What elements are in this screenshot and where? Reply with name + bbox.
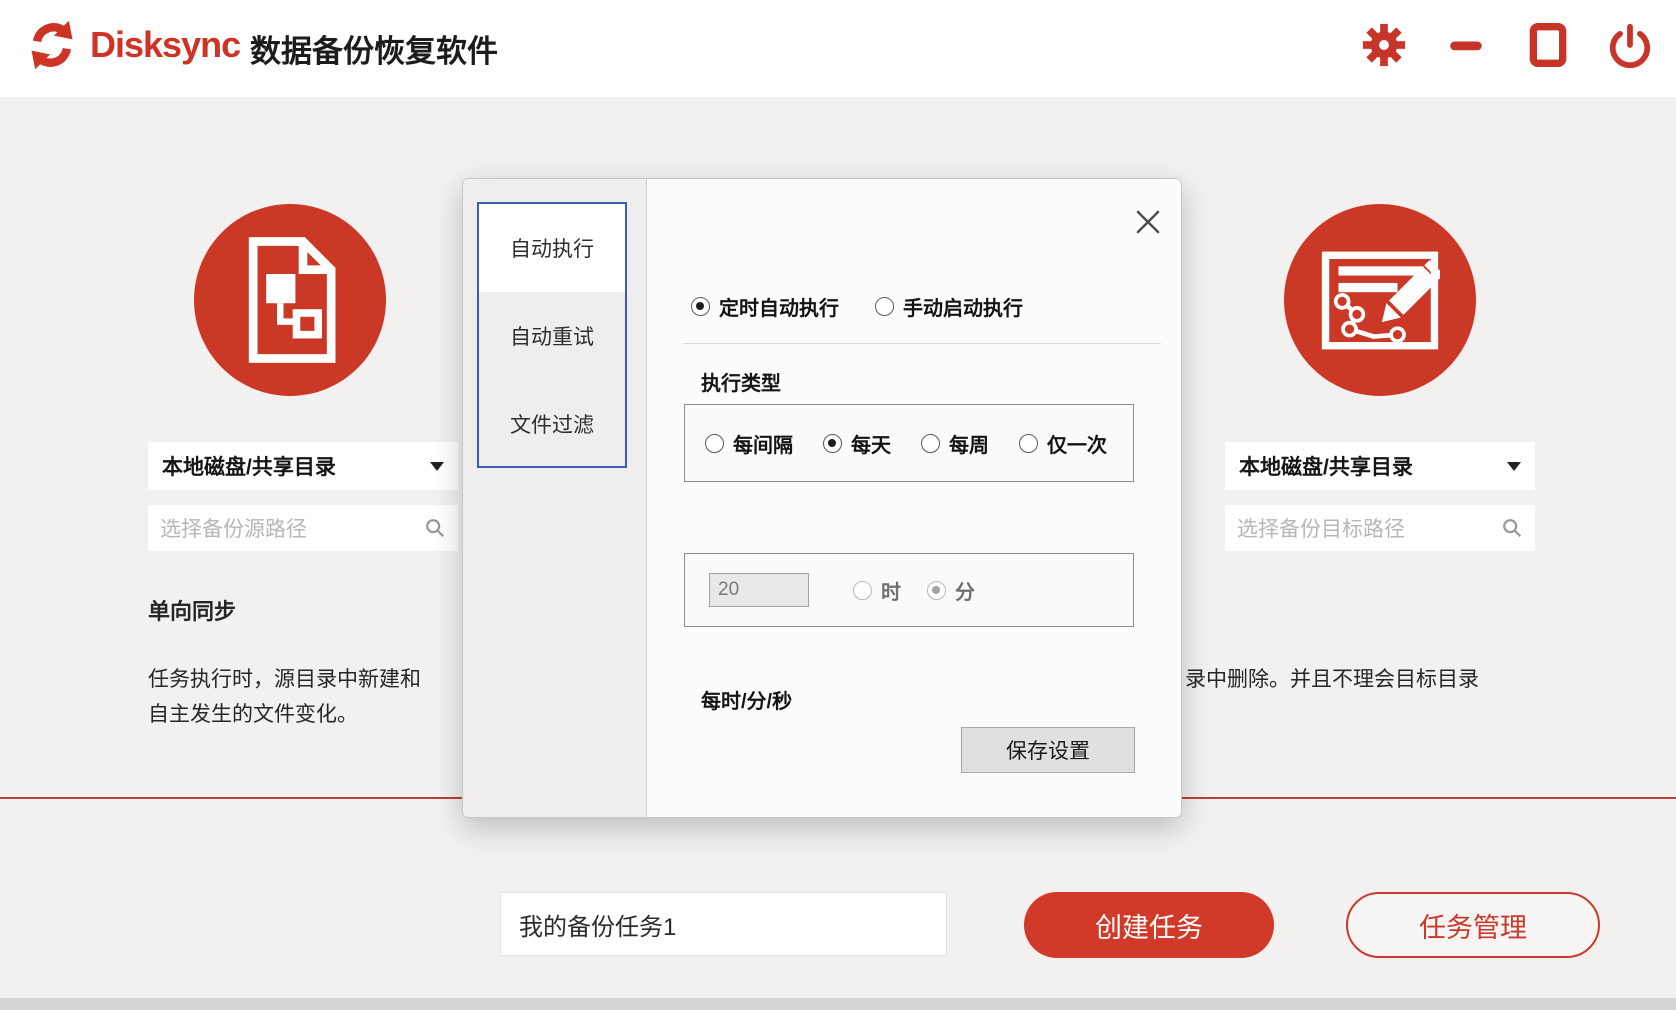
target-path-placeholder: 选择备份目标路径 — [1237, 513, 1405, 543]
radio-label: 时 — [881, 576, 901, 605]
target-path-input[interactable]: 选择备份目标路径 — [1225, 505, 1535, 551]
radio-unit-minute[interactable]: 分 — [927, 576, 975, 605]
chevron-down-icon — [1507, 462, 1521, 471]
search-icon[interactable] — [424, 517, 446, 539]
radio-dot — [705, 434, 724, 453]
app-title: 数据备份恢复软件 — [250, 26, 498, 71]
dialog-tab-list: 自动执行 自动重试 文件过滤 — [477, 202, 627, 468]
create-task-button[interactable]: 创建任务 — [1024, 892, 1274, 958]
sync-mode-title: 单向同步 — [148, 594, 236, 626]
radio-label: 每周 — [949, 429, 989, 458]
radio-dot — [823, 434, 842, 453]
radio-label: 定时自动执行 — [719, 292, 839, 321]
brand-name: Disksync — [90, 24, 240, 66]
search-icon[interactable] — [1501, 517, 1523, 539]
radio-dot — [691, 297, 710, 316]
chevron-down-icon — [430, 462, 444, 471]
radio-label: 仅一次 — [1047, 429, 1107, 458]
radio-dot — [853, 581, 872, 600]
tab-auto-execute[interactable]: 自动执行 — [479, 204, 625, 292]
file-tree-icon — [235, 235, 345, 365]
close-icon[interactable] — [1131, 205, 1165, 239]
time-group: 20 时 分 — [684, 553, 1134, 627]
radio-weekly[interactable]: 每周 — [921, 429, 989, 458]
radio-dot — [927, 581, 946, 600]
power-close-icon[interactable] — [1604, 19, 1656, 71]
maximize-icon[interactable] — [1522, 19, 1574, 71]
radio-dot — [1019, 434, 1038, 453]
radio-interval[interactable]: 每间隔 — [705, 429, 793, 458]
tab-auto-retry[interactable]: 自动重试 — [479, 292, 625, 380]
tab-file-filter[interactable]: 文件过滤 — [479, 380, 625, 468]
radio-scheduled-auto[interactable]: 定时自动执行 — [691, 292, 839, 321]
settings-gear-icon[interactable] — [1358, 19, 1410, 71]
radio-once[interactable]: 仅一次 — [1019, 429, 1107, 458]
radio-daily[interactable]: 每天 — [823, 429, 891, 458]
desc-line-1: 任务执行时，源目录中新建和 — [148, 662, 478, 697]
sync-logo-icon — [24, 16, 80, 74]
auto-execute-dialog: 自动执行 自动重试 文件过滤 定时自动执行 手动启动执行 执行类型 每间隔 每天 — [462, 178, 1182, 818]
source-type-dropdown[interactable]: 本地磁盘/共享目录 — [148, 442, 458, 490]
task-name-value: 我的备份任务1 — [519, 907, 676, 942]
source-path-placeholder: 选择备份源路径 — [160, 513, 307, 543]
radio-manual-start[interactable]: 手动启动执行 — [875, 292, 1023, 321]
sync-description-left: 任务执行时，源目录中新建和 自主发生的文件变化。 — [148, 662, 478, 732]
source-path-input[interactable]: 选择备份源路径 — [148, 505, 458, 551]
radio-unit-hour[interactable]: 时 — [853, 576, 901, 605]
bottom-edge — [0, 998, 1676, 1010]
task-name-input[interactable]: 我的备份任务1 — [500, 892, 947, 956]
source-circle-icon — [194, 204, 386, 396]
radio-label: 分 — [955, 576, 975, 605]
time-value-input[interactable]: 20 — [709, 573, 809, 607]
report-edit-icon — [1320, 248, 1440, 353]
radio-dot — [921, 434, 940, 453]
radio-label: 手动启动执行 — [903, 292, 1023, 321]
minimize-icon[interactable] — [1440, 19, 1492, 71]
time-section-label: 每时/分/秒 — [701, 685, 792, 714]
target-type-dropdown[interactable]: 本地磁盘/共享目录 — [1225, 442, 1535, 490]
save-settings-button[interactable]: 保存设置 — [961, 727, 1135, 773]
target-circle-icon — [1284, 204, 1476, 396]
target-type-value: 本地磁盘/共享目录 — [1239, 451, 1413, 481]
radio-label: 每天 — [851, 429, 891, 458]
window-controls — [1358, 14, 1656, 76]
desc-line-2: 自主发生的文件变化。 — [148, 697, 478, 732]
radio-label: 每间隔 — [733, 429, 793, 458]
manage-task-button[interactable]: 任务管理 — [1346, 892, 1600, 958]
radio-dot — [875, 297, 894, 316]
exec-type-label: 执行类型 — [701, 367, 781, 396]
sync-description-right: 录中删除。并且不理会目标目录 — [1185, 662, 1655, 697]
dialog-separator — [683, 343, 1161, 344]
exec-type-group: 每间隔 每天 每周 仅一次 — [684, 404, 1134, 482]
source-type-value: 本地磁盘/共享目录 — [162, 451, 336, 481]
execute-mode-radio-group: 定时自动执行 手动启动执行 — [691, 292, 1023, 321]
header: Disksync 数据备份恢复软件 — [0, 0, 1676, 97]
dialog-sidebar-divider — [646, 179, 647, 817]
